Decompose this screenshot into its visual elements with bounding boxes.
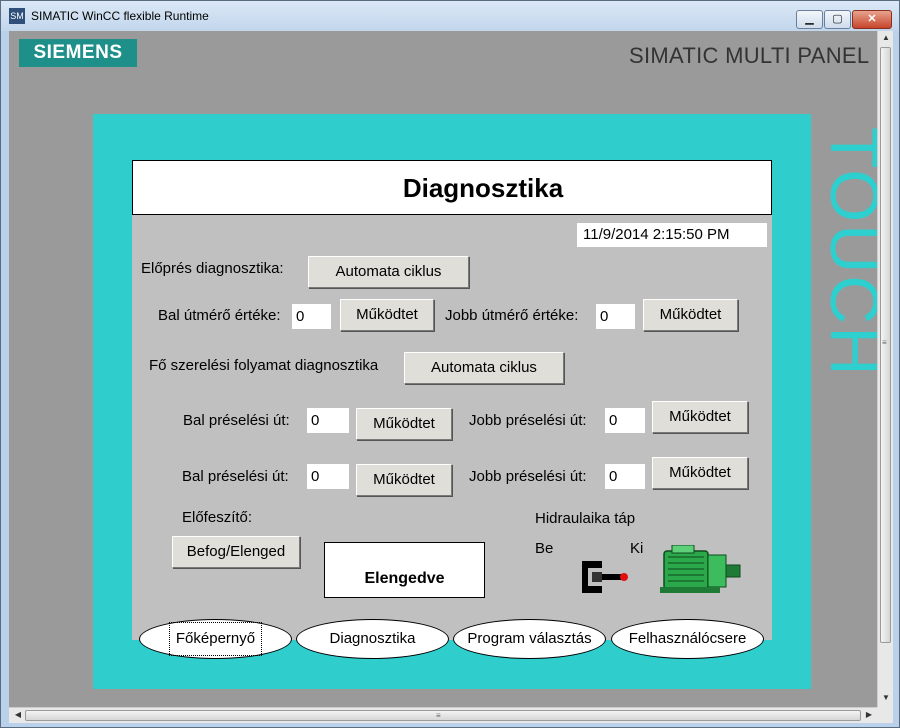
grip-icon: ≡: [436, 711, 441, 720]
nav-diagnostics[interactable]: Diagnosztika: [296, 619, 449, 659]
scroll-up-icon[interactable]: ▲: [878, 33, 894, 42]
left-gauge-value[interactable]: 0: [292, 304, 331, 329]
hydraulic-switch-icon[interactable]: [580, 559, 644, 595]
grip-icon: ≡: [882, 338, 887, 347]
hydraulic-on-label: Be: [535, 540, 554, 557]
nav-user-switch[interactable]: Felhasználócsere: [611, 619, 764, 659]
close-button[interactable]: ✕: [852, 10, 892, 29]
app-window: SM SIMATIC WinCC flexible Runtime ▁ ▢ ✕ …: [0, 0, 900, 728]
datetime-display: 11/9/2014 2:15:50 PM: [577, 223, 767, 247]
panel-model-label: SIMATIC MULTI PANEL: [629, 43, 870, 68]
scroll-down-icon[interactable]: ▼: [878, 693, 894, 702]
press-right-operate-button-2[interactable]: Működtet: [652, 457, 748, 489]
app-icon: SM: [9, 8, 25, 24]
nav-main-screen[interactable]: Főképernyő: [139, 619, 292, 659]
window-title: SIMATIC WinCC flexible Runtime: [31, 9, 209, 23]
page-title: Diagnosztika: [402, 173, 564, 203]
press-left-label-1: Bal préselési út:: [183, 412, 290, 429]
press-right-operate-button-1[interactable]: Működtet: [652, 401, 748, 433]
clamp-release-button[interactable]: Befog/Elenged: [172, 536, 300, 568]
press-left-operate-button-2[interactable]: Működtet: [356, 464, 452, 496]
panel-viewport: SIEMENS SIMATIC MULTI PANEL TOUCH Diagno…: [9, 31, 877, 707]
nav-main-screen-label: Főképernyő: [168, 622, 263, 656]
horizontal-scrollbar[interactable]: ◀ ≡ ▶: [9, 707, 877, 723]
main-assembly-label: Fő szerelési folyamat diagnosztika: [149, 357, 379, 374]
press-right-value-1[interactable]: 0: [605, 408, 645, 433]
prepress-label: Előprés diagnosztika:: [141, 260, 284, 277]
press-right-label-1: Jobb préselési út:: [469, 412, 587, 429]
press-left-value-2[interactable]: 0: [307, 464, 349, 489]
press-right-value-2[interactable]: 0: [605, 464, 645, 489]
vertical-scroll-thumb[interactable]: ≡: [880, 47, 891, 643]
hydraulic-label: Hidraulaika táp: [535, 510, 636, 527]
left-gauge-label: Bal útmérő értéke:: [158, 307, 281, 324]
right-gauge-label: Jobb útmérő értéke:: [445, 307, 579, 324]
prepress-auto-cycle-button[interactable]: Automata ciklus: [308, 256, 469, 288]
hmi-screen: Diagnosztika 11/9/2014 2:15:50 PM Előpré…: [132, 160, 772, 659]
screen-header: Diagnosztika: [132, 160, 772, 215]
vertical-scrollbar[interactable]: ▲ ≡ ▼: [877, 31, 893, 707]
hydraulic-off-label: Ki: [630, 540, 644, 557]
press-right-label-2: Jobb préselési út:: [469, 468, 587, 485]
press-left-operate-button-1[interactable]: Működtet: [356, 408, 452, 440]
pretensioner-label: Előfeszítő:: [182, 509, 253, 526]
right-gauge-value[interactable]: 0: [596, 304, 635, 329]
scroll-left-icon[interactable]: ◀: [10, 710, 26, 719]
press-left-label-2: Bal préselési út:: [182, 468, 289, 485]
touch-label: TOUCH: [816, 127, 877, 378]
pretensioner-status: Elengedve: [324, 542, 485, 598]
title-bar[interactable]: SM SIMATIC WinCC flexible Runtime ▁ ▢ ✕: [1, 1, 899, 31]
press-left-value-1[interactable]: 0: [307, 408, 349, 433]
left-gauge-operate-button[interactable]: Működtet: [340, 299, 434, 331]
scroll-right-icon[interactable]: ▶: [861, 710, 877, 719]
siemens-logo: SIEMENS: [19, 39, 137, 67]
scroll-corner: [877, 707, 893, 723]
maximize-button[interactable]: ▢: [824, 10, 851, 29]
nav-program-select[interactable]: Program választás: [453, 619, 606, 659]
main-assembly-auto-cycle-button[interactable]: Automata ciklus: [404, 352, 564, 384]
hydraulic-motor-icon: [660, 545, 741, 593]
horizontal-scroll-thumb[interactable]: ≡: [25, 710, 861, 721]
minimize-button[interactable]: ▁: [796, 10, 823, 29]
right-gauge-operate-button[interactable]: Működtet: [643, 299, 738, 331]
